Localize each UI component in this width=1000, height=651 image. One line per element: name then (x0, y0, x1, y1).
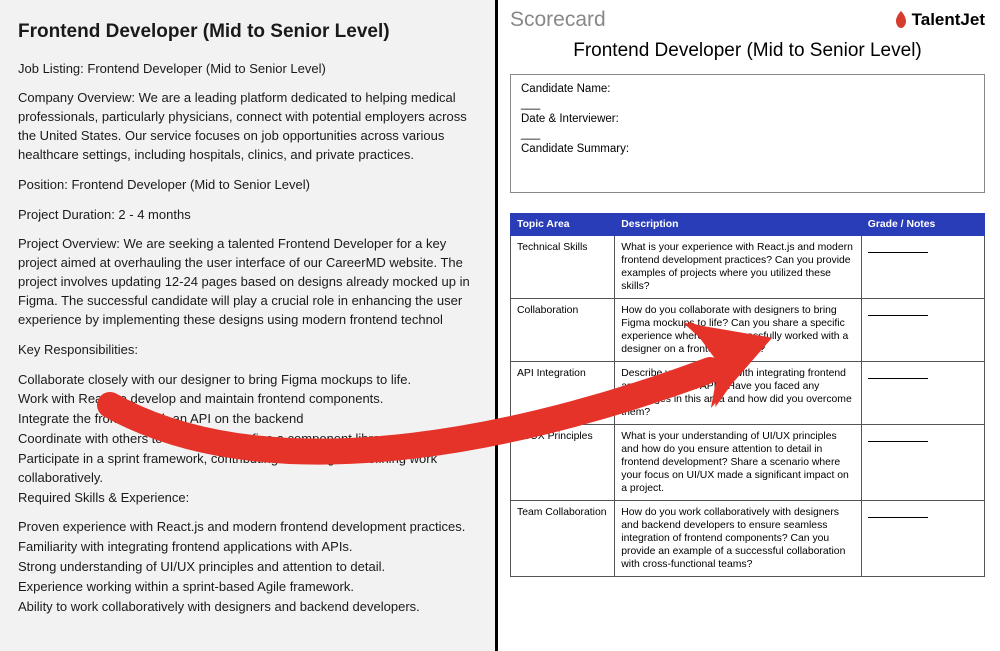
scorecard-label: Scorecard (510, 8, 606, 32)
candidate-name-label: Candidate Name: (521, 83, 974, 95)
scorecard-table: Topic Area Description Grade / Notes Tec… (510, 213, 985, 577)
grade-blank-line (868, 306, 928, 316)
table-row: Team Collaboration How do you work colla… (511, 501, 985, 577)
table-row: API Integration Describe your familiarit… (511, 362, 985, 425)
job-title-heading: Frontend Developer (Mid to Senior Level) (18, 18, 475, 46)
req-item: Familiarity with integrating frontend ap… (18, 538, 475, 557)
grade-blank-line (868, 508, 928, 518)
kr-item: Integrate the frontend with an API on th… (18, 410, 475, 429)
scorecard-panel: Scorecard TalentJet Frontend Developer (… (498, 0, 997, 651)
candidate-summary-blank (521, 158, 974, 184)
topic-cell: UI/UX Principles (511, 425, 615, 501)
desc-cell: What is your experience with React.js an… (615, 236, 861, 299)
req-item: Strong understanding of UI/UX principles… (18, 558, 475, 577)
table-header-row: Topic Area Description Grade / Notes (511, 214, 985, 236)
topic-cell: API Integration (511, 362, 615, 425)
col-desc-header: Description (615, 214, 861, 236)
flame-icon (894, 11, 908, 29)
topic-cell: Technical Skills (511, 236, 615, 299)
date-interviewer-blank: ___ (521, 128, 974, 140)
table-row: Collaboration How do you collaborate wit… (511, 299, 985, 362)
date-interviewer-label: Date & Interviewer: (521, 113, 974, 125)
grade-cell (861, 362, 984, 425)
kr-item: Participate in a sprint framework, contr… (18, 450, 475, 488)
grade-blank-line (868, 243, 928, 253)
scorecard-header: Scorecard TalentJet (510, 8, 985, 32)
duration-line: Project Duration: 2 - 4 months (18, 206, 475, 225)
scorecard-title: Frontend Developer (Mid to Senior Level) (510, 40, 985, 62)
desc-cell: How do you collaborate with designers to… (615, 299, 861, 362)
kr-item: Collaborate closely with our designer to… (18, 371, 475, 390)
desc-cell: How do you work collaboratively with des… (615, 501, 861, 577)
project-overview: Project Overview: We are seeking a talen… (18, 235, 475, 329)
desc-cell: Describe your familiarity with integrati… (615, 362, 861, 425)
grade-cell (861, 425, 984, 501)
col-topic-header: Topic Area (511, 214, 615, 236)
req-item: Ability to work collaboratively with des… (18, 598, 475, 617)
listing-line: Job Listing: Frontend Developer (Mid to … (18, 60, 475, 79)
grade-cell (861, 299, 984, 362)
topic-cell: Team Collaboration (511, 501, 615, 577)
grade-cell (861, 501, 984, 577)
candidate-name-blank: ___ (521, 98, 974, 110)
desc-cell: What is your understanding of UI/UX prin… (615, 425, 861, 501)
kr-item: Work with React to develop and maintain … (18, 390, 475, 409)
topic-cell: Collaboration (511, 299, 615, 362)
grade-blank-line (868, 369, 928, 379)
brand-logo: TalentJet (894, 10, 985, 30)
grade-cell (861, 236, 984, 299)
candidate-summary-label: Candidate Summary: (521, 143, 974, 155)
key-responsibilities-heading: Key Responsibilities: (18, 341, 475, 360)
candidate-info-box: Candidate Name: ___ Date & Interviewer: … (510, 74, 985, 193)
brand-name: TalentJet (912, 10, 985, 30)
required-skills-heading: Required Skills & Experience: (18, 489, 475, 508)
col-grade-header: Grade / Notes (861, 214, 984, 236)
company-overview: Company Overview: We are a leading platf… (18, 89, 475, 164)
req-item: Proven experience with React.js and mode… (18, 518, 475, 537)
grade-blank-line (868, 432, 928, 442)
kr-item: Coordinate with others to develop and re… (18, 430, 475, 449)
table-row: UI/UX Principles What is your understand… (511, 425, 985, 501)
req-item: Experience working within a sprint-based… (18, 578, 475, 597)
table-row: Technical Skills What is your experience… (511, 236, 985, 299)
job-listing-panel: Frontend Developer (Mid to Senior Level)… (0, 0, 498, 651)
position-line: Position: Frontend Developer (Mid to Sen… (18, 176, 475, 195)
